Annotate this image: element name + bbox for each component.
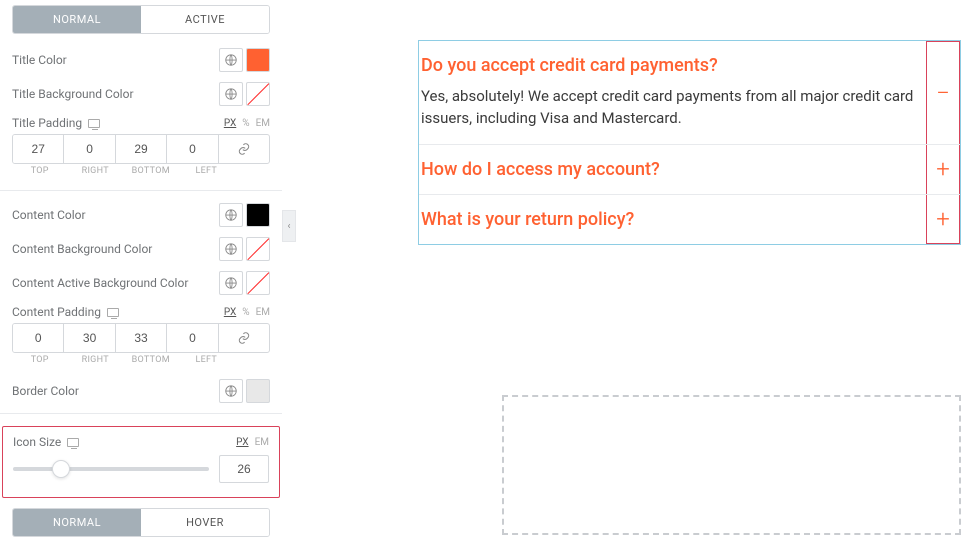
content-pad-link[interactable] xyxy=(219,324,269,352)
faq-accordion: Do you accept credit card payments? Yes,… xyxy=(418,40,961,245)
content-padding-group xyxy=(12,323,270,353)
expand-icon[interactable]: + xyxy=(926,145,960,194)
swatch-border-color[interactable] xyxy=(246,379,270,403)
collapse-icon[interactable]: − xyxy=(926,41,960,144)
content-pad-units: PX % EM xyxy=(224,307,270,318)
faq-question: What is your return policy? xyxy=(421,209,924,230)
faq-question: How do I access my account? xyxy=(421,159,924,180)
swatch-title-color[interactable] xyxy=(246,48,270,72)
unit-pct[interactable]: % xyxy=(242,307,249,318)
icon-size-highlight: Icon Size PX EM xyxy=(2,426,280,498)
faq-item[interactable]: Do you accept credit card payments? Yes,… xyxy=(419,41,960,145)
label-title-bg: Title Background Color xyxy=(12,87,134,101)
swatch-content-bg[interactable] xyxy=(246,237,270,261)
unit-em[interactable]: EM xyxy=(255,437,269,448)
tab-hover[interactable]: HOVER xyxy=(141,509,269,536)
expand-icon[interactable]: + xyxy=(926,195,960,244)
global-title-color[interactable] xyxy=(219,48,243,72)
faq-answer: Yes, absolutely! We accept credit card p… xyxy=(421,86,924,130)
content-pad-labels: TOPRIGHTBOTTOMLEFT xyxy=(12,355,270,365)
global-title-bg[interactable] xyxy=(219,82,243,106)
title-pad-top[interactable] xyxy=(13,135,63,163)
title-pad-units: PX % EM xyxy=(224,118,270,129)
section-divider xyxy=(0,413,282,414)
unit-px[interactable]: PX xyxy=(236,437,248,448)
unit-px[interactable]: PX xyxy=(224,118,236,129)
tab-active[interactable]: ACTIVE xyxy=(141,6,269,33)
title-pad-right[interactable] xyxy=(64,135,114,163)
label-content-color: Content Color xyxy=(12,208,86,222)
content-pad-bottom[interactable] xyxy=(116,324,166,352)
global-content-bg[interactable] xyxy=(219,237,243,261)
label-title-pad: Title Padding xyxy=(12,116,100,130)
faq-item[interactable]: How do I access my account? + xyxy=(419,145,960,195)
title-pad-labels: TOPRIGHTBOTTOMLEFT xyxy=(12,166,270,176)
device-icon[interactable] xyxy=(107,308,119,317)
section-divider xyxy=(0,190,282,191)
icon-size-units: PX EM xyxy=(236,437,269,448)
content-pad-left[interactable] xyxy=(167,324,217,352)
swatch-content-color[interactable] xyxy=(246,203,270,227)
icon-size-slider[interactable] xyxy=(13,467,209,471)
swatch-title-bg[interactable] xyxy=(246,82,270,106)
faq-question: Do you accept credit card payments? xyxy=(421,55,924,76)
preview-area: Do you accept credit card payments? Yes,… xyxy=(282,0,969,547)
tab-normal[interactable]: NORMAL xyxy=(13,6,141,33)
unit-em[interactable]: EM xyxy=(256,307,270,318)
faq-item[interactable]: What is your return policy? + xyxy=(419,195,960,244)
title-pad-bottom[interactable] xyxy=(116,135,166,163)
tab-normal-2[interactable]: NORMAL xyxy=(13,509,141,536)
style-sidebar: NORMAL ACTIVE Title Color Title Backgrou… xyxy=(0,0,282,547)
label-content-bg: Content Background Color xyxy=(12,242,152,256)
global-border-color[interactable] xyxy=(219,379,243,403)
label-content-pad: Content Padding xyxy=(12,305,119,319)
icon-size-value[interactable] xyxy=(219,455,269,483)
content-pad-top[interactable] xyxy=(13,324,63,352)
unit-px[interactable]: PX xyxy=(224,307,236,318)
unit-pct[interactable]: % xyxy=(242,118,249,129)
content-pad-right[interactable] xyxy=(64,324,114,352)
state-tabs: NORMAL ACTIVE xyxy=(12,5,270,34)
title-pad-left[interactable] xyxy=(167,135,217,163)
device-icon[interactable] xyxy=(88,119,100,128)
slider-thumb[interactable] xyxy=(52,460,70,478)
title-padding-group xyxy=(12,134,270,164)
empty-section-placeholder[interactable] xyxy=(502,395,961,535)
swatch-content-active-bg[interactable] xyxy=(246,271,270,295)
label-border-color: Border Color xyxy=(12,384,79,398)
global-content-active-bg[interactable] xyxy=(219,271,243,295)
hover-tabs: NORMAL HOVER xyxy=(12,508,270,537)
device-icon[interactable] xyxy=(67,438,79,447)
label-icon-size: Icon Size xyxy=(13,435,79,449)
global-content-color[interactable] xyxy=(219,203,243,227)
unit-em[interactable]: EM xyxy=(256,118,270,129)
label-title-color: Title Color xyxy=(12,53,67,67)
title-pad-link[interactable] xyxy=(219,135,269,163)
label-content-active-bg: Content Active Background Color xyxy=(12,276,188,290)
